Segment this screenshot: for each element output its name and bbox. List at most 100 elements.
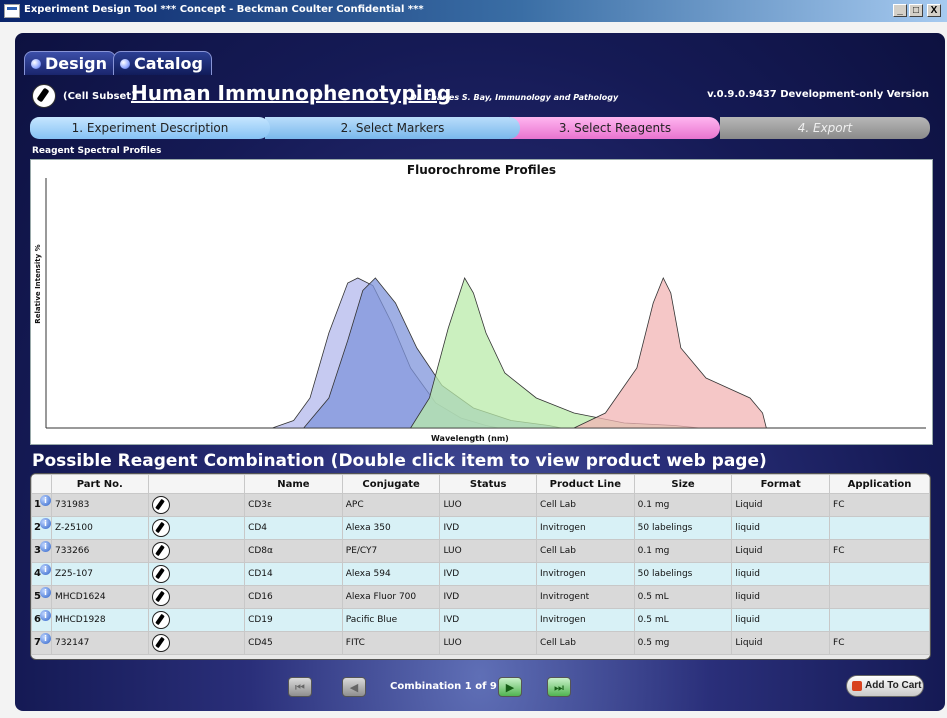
cell-app: FC: [829, 631, 930, 655]
cell-conjugate: Alexa Fluor 700: [341, 585, 441, 609]
info-icon[interactable]: i: [40, 587, 51, 598]
cell-app: FC: [829, 539, 930, 563]
info-icon[interactable]: i: [40, 610, 51, 621]
last-combination-button[interactable]: ⏭: [547, 677, 571, 697]
product-logo-cell: [147, 516, 246, 540]
column-header: [31, 474, 52, 494]
next-combination-button[interactable]: ▶: [498, 677, 522, 697]
add-to-cart-button[interactable]: Add To Cart: [846, 675, 924, 697]
info-icon[interactable]: i: [40, 633, 51, 644]
reagent-table: Part No. Name Conjugate Status Product L…: [30, 473, 931, 660]
column-header[interactable]: Status: [439, 474, 537, 494]
chart-plot: [45, 178, 926, 429]
cell-conjugate: Alexa 350: [341, 516, 441, 540]
cell-app: [829, 516, 930, 540]
table-row[interactable]: 4 i Z25-107 CD14 Alexa 594 IVD Invitrogen 50 la…: [31, 562, 930, 586]
cell-name: CD19: [244, 608, 343, 632]
tab-design[interactable]: Design: [24, 51, 116, 75]
combination-indicator: Combination 1 of 9: [390, 681, 497, 692]
cell-line: Invitrogen: [536, 516, 635, 540]
cell-name: CD8α: [244, 539, 343, 563]
cell-part: Z25-107: [50, 562, 149, 586]
cell-format: liquid: [731, 608, 831, 632]
info-icon[interactable]: i: [40, 541, 51, 552]
cell-line: Cell Lab: [536, 631, 635, 655]
cell-part: 733266: [50, 539, 149, 563]
author-label: Dr. Charles S. Bay, Immunology and Patho…: [410, 93, 619, 102]
cell-status: IVD: [439, 562, 537, 586]
cell-format: Liquid: [731, 493, 831, 517]
info-icon[interactable]: i: [40, 495, 51, 506]
title-bar: Experiment Design Tool *** Concept - Bec…: [0, 0, 947, 22]
product-logo-icon: [151, 519, 170, 537]
row-number-cell: 7i: [31, 631, 52, 655]
cell-status: LUO: [439, 539, 537, 563]
table-header-row: Part No. Name Conjugate Status Product L…: [31, 474, 930, 494]
step-select-reagents[interactable]: 3. Select Reagents: [510, 117, 720, 139]
cell-name: CD16: [244, 585, 343, 609]
cell-line: Invitrogent: [536, 585, 635, 609]
cell-app: FC: [829, 493, 930, 517]
logo-icon: [32, 84, 56, 108]
cell-name: CD45: [244, 631, 343, 655]
close-button[interactable]: X: [927, 4, 941, 17]
step-export: 4. Export: [720, 117, 930, 139]
tab-catalog-icon: [120, 59, 130, 69]
cell-status: IVD: [439, 585, 537, 609]
cell-app: [829, 562, 930, 586]
experiment-title: Human Immunophenotyping: [131, 81, 452, 105]
step-select-markers[interactable]: 2. Select Markers: [265, 117, 520, 139]
spectral-section-label: Reagent Spectral Profiles: [32, 146, 162, 156]
first-combination-button[interactable]: ⏮: [288, 677, 312, 697]
prev-combination-button[interactable]: ◀: [342, 677, 366, 697]
table-row[interactable]: 6 i MHCD1928 CD19 Pacific Blue IVD Invitrogen 0…: [31, 608, 930, 632]
product-logo-cell: [147, 539, 246, 563]
column-header[interactable]: Format: [731, 474, 831, 494]
table-section-label: Possible Reagent Combination (Double cli…: [32, 451, 767, 471]
tab-catalog[interactable]: Catalog: [113, 51, 212, 75]
table-row[interactable]: 5 i MHCD1624 CD16 Alexa Fluor 700 IVD Invitrog…: [31, 585, 930, 609]
cell-status: LUO: [439, 493, 537, 517]
wizard-steps: 4. Export 3. Select Reagents 2. Select M…: [30, 117, 930, 139]
series-area-4: [573, 277, 767, 429]
table-row[interactable]: 2 i Z-25100 CD4 Alexa 350 IVD Invitrogen 50 lab…: [31, 516, 930, 540]
table-row[interactable]: 1 i 731983 CD3ε APC LUO Cell Lab 0.1 mg Liquid FC: [31, 493, 930, 517]
cell-size: 0.5 mL: [633, 585, 733, 609]
chart-x-label: Wavelength (nm): [431, 434, 509, 443]
table-row[interactable]: 3 i 733266 CD8α PE/CY7 LUO Cell Lab 0.1 mg Liqui…: [31, 539, 930, 563]
column-header[interactable]: Application: [829, 474, 930, 494]
cell-conjugate: Alexa 594: [341, 562, 441, 586]
minimize-button[interactable]: _: [893, 4, 907, 17]
cell-conjugate: Pacific Blue: [341, 608, 441, 632]
cell-line: Cell Lab: [536, 493, 635, 517]
column-header[interactable]: Size: [633, 474, 733, 494]
tab-design-label: Design: [45, 54, 107, 73]
column-header[interactable]: Conjugate: [341, 474, 441, 494]
cell-part: MHCD1928: [50, 608, 149, 632]
info-icon[interactable]: i: [40, 564, 51, 575]
cell-size: 0.1 mg: [633, 493, 733, 517]
table-row[interactable]: 7 i 732147 CD45 FITC LUO Cell Lab 0.5 mg Liquid F…: [31, 631, 930, 655]
maximize-button[interactable]: □: [909, 4, 923, 17]
cell-format: Liquid: [731, 631, 831, 655]
cell-part: 731983: [50, 493, 149, 517]
product-logo-cell: [147, 493, 246, 517]
column-header[interactable]: Product Line: [536, 474, 635, 494]
cell-subset-label: (Cell Subset): [63, 91, 136, 102]
app-window: Experiment Design Tool *** Concept - Bec…: [0, 0, 947, 718]
product-logo-cell: [147, 608, 246, 632]
cell-status: IVD: [439, 516, 537, 540]
info-icon[interactable]: i: [40, 518, 51, 529]
cell-size: 50 labelings: [633, 516, 733, 540]
step-experiment-description[interactable]: 1. Experiment Description: [30, 117, 270, 139]
product-logo-cell: [147, 631, 246, 655]
column-header[interactable]: Name: [244, 474, 343, 494]
experiment-header: (Cell Subset) Human Immunophenotyping Dr…: [15, 75, 945, 111]
product-logo-icon: [151, 588, 170, 606]
cell-part: MHCD1624: [50, 585, 149, 609]
next-icon: ▶: [505, 682, 515, 694]
row-number-cell: 4i: [31, 562, 52, 586]
cell-name: CD3ε: [244, 493, 343, 517]
cell-size: 0.5 mL: [633, 608, 733, 632]
column-header[interactable]: Part No.: [50, 474, 149, 494]
